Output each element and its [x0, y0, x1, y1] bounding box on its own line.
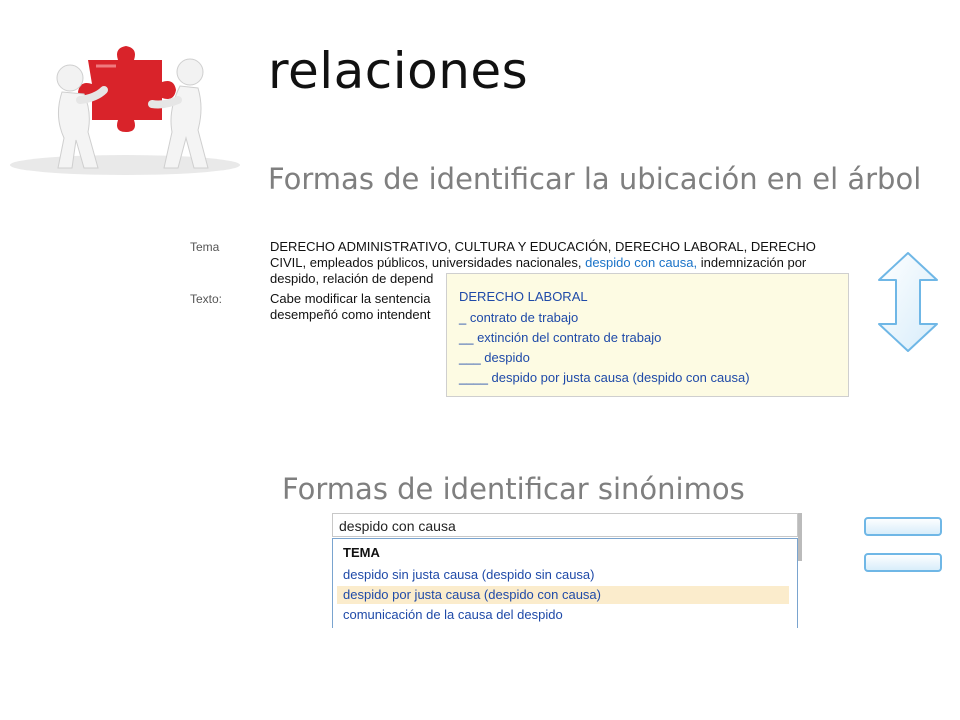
- texto-label: Texto:: [190, 292, 223, 306]
- texto-line: desempeñó como intendent: [270, 307, 431, 322]
- up-down-arrow-icon: [876, 250, 940, 354]
- texto-line: Cabe modificar la sentencia: [270, 291, 431, 306]
- tema-line: DERECHO ADMINISTRATIVO, CULTURA Y EDUCAC…: [270, 239, 816, 254]
- page-title: relaciones: [268, 42, 529, 100]
- tree-subtitle: Formas de identificar la ubicación en el…: [268, 162, 922, 196]
- results-header: TEMA: [343, 545, 380, 560]
- texto-value: Cabe modificar la sentencia desempeñó co…: [270, 291, 445, 323]
- tree-item[interactable]: _ contrato de trabajo: [459, 310, 578, 325]
- tree-item[interactable]: ___ despido: [459, 350, 530, 365]
- result-item[interactable]: comunicación de la causa del despido: [337, 606, 789, 624]
- tree-item[interactable]: DERECHO LABORAL: [459, 289, 588, 304]
- synonyms-subtitle: Formas de identificar sinónimos: [282, 472, 745, 506]
- tema-label: Tema: [190, 240, 220, 254]
- tema-link[interactable]: despido con causa,: [585, 255, 697, 270]
- people-puzzle-icon: [0, 20, 260, 180]
- tree-item[interactable]: ____ despido por justa causa (despido co…: [459, 370, 750, 385]
- tree-item[interactable]: __ extinción del contrato de trabajo: [459, 330, 661, 345]
- tema-text: CIVIL, empleados públicos, universidades…: [270, 255, 582, 270]
- tema-text: indemnización por: [700, 255, 807, 270]
- search-results-dropdown: TEMA despido sin justa causa (despido si…: [332, 538, 798, 628]
- result-item[interactable]: despido sin justa causa (despido sin cau…: [337, 566, 789, 584]
- tree-popup: DERECHO LABORAL _ contrato de trabajo __…: [446, 273, 849, 397]
- tema-line: CIVIL, empleados públicos, universidades…: [270, 255, 860, 271]
- search-input[interactable]: despido con causa: [332, 513, 798, 537]
- search-scrollbar: [798, 513, 802, 561]
- equals-icon: [862, 514, 944, 576]
- result-item-highlighted[interactable]: despido por justa causa (despido con cau…: [337, 586, 789, 604]
